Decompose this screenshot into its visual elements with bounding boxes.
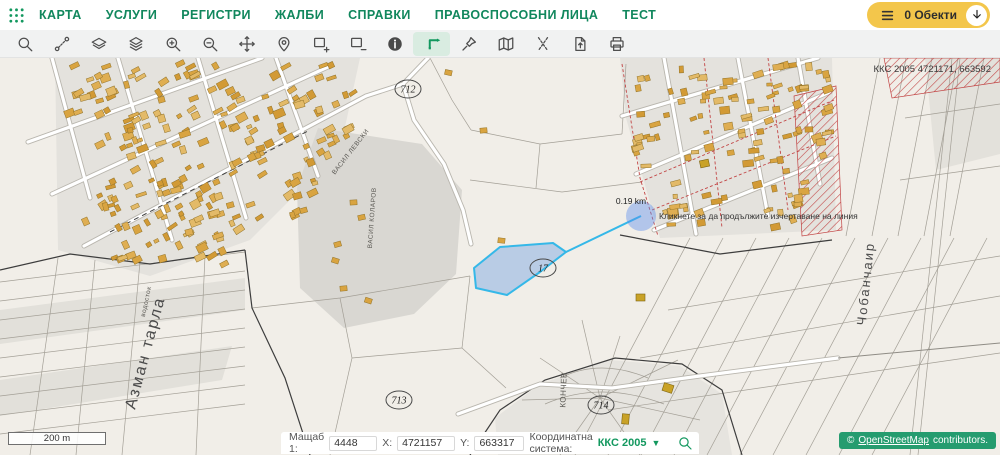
svg-text:КОНЧЕВ: КОНЧЕВ	[558, 372, 568, 408]
tool-pushpin[interactable]	[450, 32, 487, 56]
tool-locate[interactable]	[265, 32, 302, 56]
tool-zoom-in[interactable]	[154, 32, 191, 56]
scale-bar: 200 m	[8, 432, 106, 445]
map-toolbar	[0, 30, 1000, 58]
nav-zhalbi[interactable]: ЖАЛБИ	[275, 8, 324, 22]
search-icon	[677, 435, 693, 451]
nav-karta[interactable]: КАРТА	[39, 8, 82, 22]
osm-attribution: © OpenStreetMap contributors.	[839, 432, 996, 449]
nav-uslugi[interactable]: УСЛУГИ	[106, 8, 158, 22]
tool-print[interactable]	[598, 32, 635, 56]
x-label: X:	[382, 437, 392, 449]
location-pin-icon	[275, 35, 293, 53]
nav-test[interactable]: ТЕСТ	[622, 8, 656, 22]
status-bar: Мащаб 1: X: Y: Координатна система: ККС …	[281, 432, 699, 454]
tool-zoom-out[interactable]	[191, 32, 228, 56]
printer-icon	[608, 35, 626, 53]
svg-text:Кликнете за да продължите изче: Кликнете за да продължите изчертаване на…	[659, 211, 858, 221]
deselect-rectangle-icon	[349, 35, 367, 53]
snap-crosshair-icon	[534, 35, 552, 53]
tool-select-rectangle[interactable]	[302, 32, 339, 56]
tool-search[interactable]	[6, 32, 43, 56]
copyright-symbol: ©	[847, 435, 854, 446]
tool-pan[interactable]	[228, 32, 265, 56]
map-icon	[497, 35, 515, 53]
pushpin-icon	[460, 35, 478, 53]
tool-info[interactable]	[376, 32, 413, 56]
download-circle[interactable]	[966, 5, 987, 26]
zoom-out-icon	[201, 35, 219, 53]
nav-registri[interactable]: РЕГИСТРИ	[181, 8, 251, 22]
hamburger-icon	[880, 9, 895, 22]
y-coordinate-input[interactable]	[474, 436, 524, 451]
svg-text:714: 714	[594, 401, 609, 412]
objects-button[interactable]: 0 Обекти	[867, 2, 990, 28]
svg-text:0.19 km: 0.19 km	[616, 196, 646, 206]
contributors-text: contributors.	[933, 435, 988, 446]
svg-text:17: 17	[538, 264, 549, 275]
layers-icon	[90, 35, 108, 53]
tool-measure-path[interactable]	[43, 32, 80, 56]
crs-label: Координатна система:	[529, 431, 592, 455]
tool-export[interactable]	[561, 32, 598, 56]
arrow-down-icon	[971, 9, 983, 21]
measure-path-icon	[53, 35, 71, 53]
osm-link[interactable]: OpenStreetMap	[858, 435, 929, 446]
nav-spravki[interactable]: СПРАВКИ	[348, 8, 411, 22]
export-file-icon	[571, 35, 589, 53]
nav-pravosposobni-lica[interactable]: ПРАВОСПОСОБНИ ЛИЦА	[435, 8, 598, 22]
pan-icon	[238, 35, 256, 53]
apps-grid-icon[interactable]	[8, 7, 25, 24]
x-coordinate-input[interactable]	[397, 436, 455, 451]
y-label: Y:	[460, 437, 469, 449]
objects-count-label: 0 Обекти	[904, 8, 957, 22]
map-canvas[interactable]: 71271371417Азман тарлаЧобанчаирКОНЧЕВВАС…	[0, 58, 1000, 455]
search-icon	[16, 35, 34, 53]
layers-stack-icon	[127, 35, 145, 53]
scale-bar-label: 200 m	[44, 433, 70, 444]
draw-line-icon	[423, 35, 441, 53]
scale-input[interactable]	[329, 436, 377, 451]
top-nav: КАРТА УСЛУГИ РЕГИСТРИ ЖАЛБИ СПРАВКИ ПРАВ…	[0, 0, 1000, 30]
cursor-coordinates: ККС 2005 4721171, 663592	[874, 64, 992, 75]
zoom-in-icon	[164, 35, 182, 53]
info-icon	[386, 35, 404, 53]
map-viewport[interactable]: 71271371417Азман тарлаЧобанчаирКОНЧЕВВАС…	[0, 58, 1000, 455]
tool-deselect-rectangle[interactable]	[339, 32, 376, 56]
svg-text:712: 712	[401, 85, 416, 96]
tool-layers-stack[interactable]	[117, 32, 154, 56]
tool-snap[interactable]	[524, 32, 561, 56]
kais-app: КАРТА УСЛУГИ РЕГИСТРИ ЖАЛБИ СПРАВКИ ПРАВ…	[0, 0, 1000, 455]
svg-text:713: 713	[392, 396, 407, 407]
tool-layers[interactable]	[80, 32, 117, 56]
crs-select[interactable]: ККС 2005	[598, 437, 647, 449]
coordinates-search-button[interactable]	[671, 434, 699, 452]
scale-label: Мащаб 1:	[289, 431, 324, 455]
main-menu: КАРТА УСЛУГИ РЕГИСТРИ ЖАЛБИ СПРАВКИ ПРАВ…	[39, 8, 656, 22]
tool-basemap[interactable]	[487, 32, 524, 56]
select-rectangle-icon	[312, 35, 330, 53]
tool-draw-line[interactable]	[413, 32, 450, 56]
chevron-down-icon[interactable]: ▼	[651, 438, 660, 448]
